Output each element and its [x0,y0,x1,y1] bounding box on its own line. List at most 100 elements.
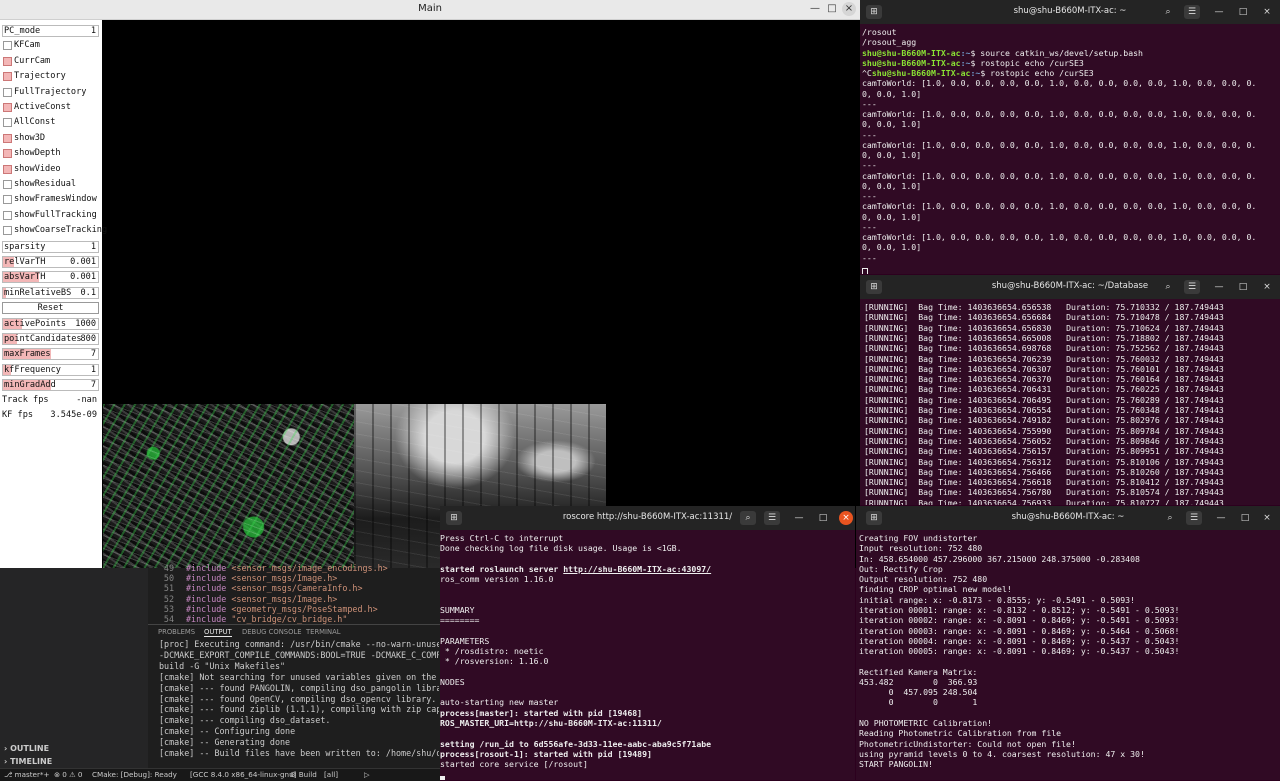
checkbox-box[interactable] [3,180,12,189]
menu-icon[interactable]: ☰ [764,511,780,525]
minimize-icon[interactable]: — [792,511,806,525]
checkbox-kfcam[interactable]: KFCam [2,40,100,53]
checkbox-fulltrajectory[interactable]: FullTrajectory [2,87,100,100]
menu-icon[interactable]: ☰ [1184,280,1200,294]
checkbox-box[interactable] [3,164,12,174]
search-icon[interactable]: ⌕ [1162,511,1178,525]
terminal-line: [RUNNING] Bag Time: 1403636654.756933 Du… [864,497,1224,505]
build-target[interactable]: [all] [324,770,338,779]
maximize-icon[interactable]: □ [825,2,839,16]
checkbox-box[interactable] [3,133,12,143]
terminal-dso[interactable]: ⊞ shu@shu-B660M-ITX-ac: ~ ⌕ ☰ — □ × Crea… [856,506,1280,780]
slider-activepoints[interactable]: activePoints 1000 [2,317,99,330]
search-icon[interactable]: ⌕ [740,511,756,525]
problems-count[interactable]: ⊗ 0 ⚠ 0 [54,770,82,779]
tab-terminal[interactable]: TERMINAL [306,628,341,636]
run-button[interactable]: ▷ [364,770,370,779]
menu-icon[interactable]: ☰ [1186,511,1202,525]
outline-section[interactable]: › OUTLINE [4,744,49,753]
maximize-icon[interactable]: □ [1236,280,1250,294]
maximize-icon[interactable]: □ [1238,511,1252,525]
close-icon[interactable]: × [839,511,853,525]
maximize-icon[interactable]: □ [816,511,830,525]
new-tab-icon[interactable]: ⊞ [446,511,462,525]
code-line[interactable]: 53 #include <geometry_msgs/PoseStamped.h> [150,604,378,614]
checkbox-showfulltracking[interactable]: showFullTracking [2,210,100,223]
code-line[interactable]: 51 #include <sensor_msgs/CameraInfo.h> [150,583,363,593]
settings-panel: PC_mode 1 KFCam CurrCam Trajectory FullTrajec… [0,20,107,568]
main-window-titlebar[interactable]: Main — □ × [0,0,860,20]
checkbox-show3d[interactable]: show3D [2,133,100,146]
sparsity-slider[interactable]: sparsity 1 [2,240,99,253]
checkbox-box[interactable] [3,103,12,112]
checkbox-box[interactable] [3,118,12,128]
close-icon[interactable]: × [842,2,856,16]
search-icon[interactable]: ⌕ [1160,280,1176,294]
checkbox-box[interactable] [3,87,12,97]
vscode-sidebar: › OUTLINE › TIMELINE [0,568,148,768]
checkbox-label: showFramesWindow [14,194,97,205]
slider-relvarth[interactable]: relVarTH 0.001 [2,256,99,268]
checkbox-box[interactable] [3,72,12,82]
terminal-line: [RUNNING] Bag Time: 1403636654.665008 Du… [864,332,1224,343]
checkbox-box[interactable] [3,226,12,236]
terminal-roscore[interactable]: ⊞ roscore http://shu-B660M-ITX-ac:11311/… [440,506,855,780]
terminal-title: roscore http://shu-B660M-ITX-ac:11311/ [562,512,733,522]
checkbox-activeconst[interactable]: ActiveConst [2,102,100,115]
close-icon[interactable]: × [1260,280,1274,294]
checkbox-box[interactable] [3,149,12,159]
tab-debug-console[interactable]: DEBUG CONSOLE [242,628,302,636]
code-line[interactable]: 52 #include <sensor_msgs/Image.h> [150,594,337,604]
prompt-command: $ rostopic echo /curSE3 [970,57,1084,68]
slider-pointcandidates[interactable]: pointCandidates 800 [2,333,99,345]
minimize-icon[interactable]: — [1214,511,1228,525]
output-line: [cmake] -- Configuring done [159,726,296,737]
slider-absvarth[interactable]: absVarTH 0.001 [2,271,99,284]
terminal-rosbag[interactable]: ⊞ shu@shu-B660M-ITX-ac: ~/Database ⌕ ☰ —… [860,275,1280,505]
menu-icon[interactable]: ☰ [1184,5,1200,19]
tab-output[interactable]: OUTPUT [204,628,232,637]
tab-problems[interactable]: PROBLEMS [158,628,195,636]
pc-mode-slider[interactable]: PC_mode 1 [2,25,99,37]
checkbox-showframeswindow[interactable]: showFramesWindow [2,194,100,207]
terminal-titlebar[interactable]: ⊞ shu@shu-B660M-ITX-ac: ~/Database ⌕ ☰ —… [860,275,1280,299]
checkbox-box[interactable] [3,210,12,220]
timeline-section[interactable]: › TIMELINE [4,757,52,766]
checkbox-allconst[interactable]: AllConst [2,117,100,130]
code-line[interactable]: 50 #include <sensor_msgs/Image.h> [150,573,337,583]
build-button[interactable]: ⚙ Build [290,770,317,779]
search-icon[interactable]: ⌕ [1160,5,1176,19]
maximize-icon[interactable]: □ [1236,5,1250,19]
minimize-icon[interactable]: — [808,2,822,16]
terminal-line: using pyramid levels 0 to 4. coarsest re… [859,748,1145,759]
terminal-rostopic[interactable]: ⊞ shu@shu-B660M-ITX-ac: ~ ⌕ ☰ — □ × /ros… [860,0,1280,274]
checkbox-showcoarsetracking[interactable]: showCoarseTracking [2,225,107,238]
slider-mingradadd[interactable]: minGradAdd 7 [2,379,99,392]
checkbox-currcam[interactable]: CurrCam [2,56,100,69]
git-branch[interactable]: ⎇ master*+ [4,770,50,779]
reset-button[interactable]: Reset [2,302,99,315]
checkbox-trajectory[interactable]: Trajectory [2,71,100,84]
code-line[interactable]: 54 #include "cv_bridge/cv_bridge.h" [150,614,347,624]
checkbox-box[interactable] [3,41,12,51]
close-icon[interactable]: × [1260,511,1274,525]
minimize-icon[interactable]: — [1212,280,1226,294]
checkbox-showdepth[interactable]: showDepth [2,148,100,161]
slider-kffrequency[interactable]: kfFrequency 1 [2,363,99,376]
checkbox-showvideo[interactable]: showVideo [2,164,100,177]
checkbox-showresidual[interactable]: showResidual [2,179,100,192]
slider-maxframes[interactable]: maxFrames 7 [2,348,99,361]
minimize-icon[interactable]: — [1212,5,1226,19]
terminal-titlebar[interactable]: ⊞ shu@shu-B660M-ITX-ac: ~ ⌕ ☰ — □ × [860,0,1280,24]
close-icon[interactable]: × [1260,5,1274,19]
slider-minrelativebs[interactable]: minRelativeBS 0.1 [2,286,99,299]
line-number: 50 [163,573,174,584]
code-line[interactable]: 49 #include <sensor_msgs/image_encodings.… [150,563,388,573]
checkbox-box[interactable] [3,195,12,205]
terminal-titlebar[interactable]: ⊞ shu@shu-B660M-ITX-ac: ~ ⌕ ☰ — □ × [856,506,1280,530]
checkbox-box[interactable] [3,56,12,66]
cmake-status[interactable]: CMake: [Debug]: Ready [92,770,177,779]
terminal-titlebar[interactable]: ⊞ roscore http://shu-B660M-ITX-ac:11311/… [440,506,855,530]
cmake-kit[interactable]: [GCC 8.4.0 x86_64-linux-gnu] [190,770,296,779]
